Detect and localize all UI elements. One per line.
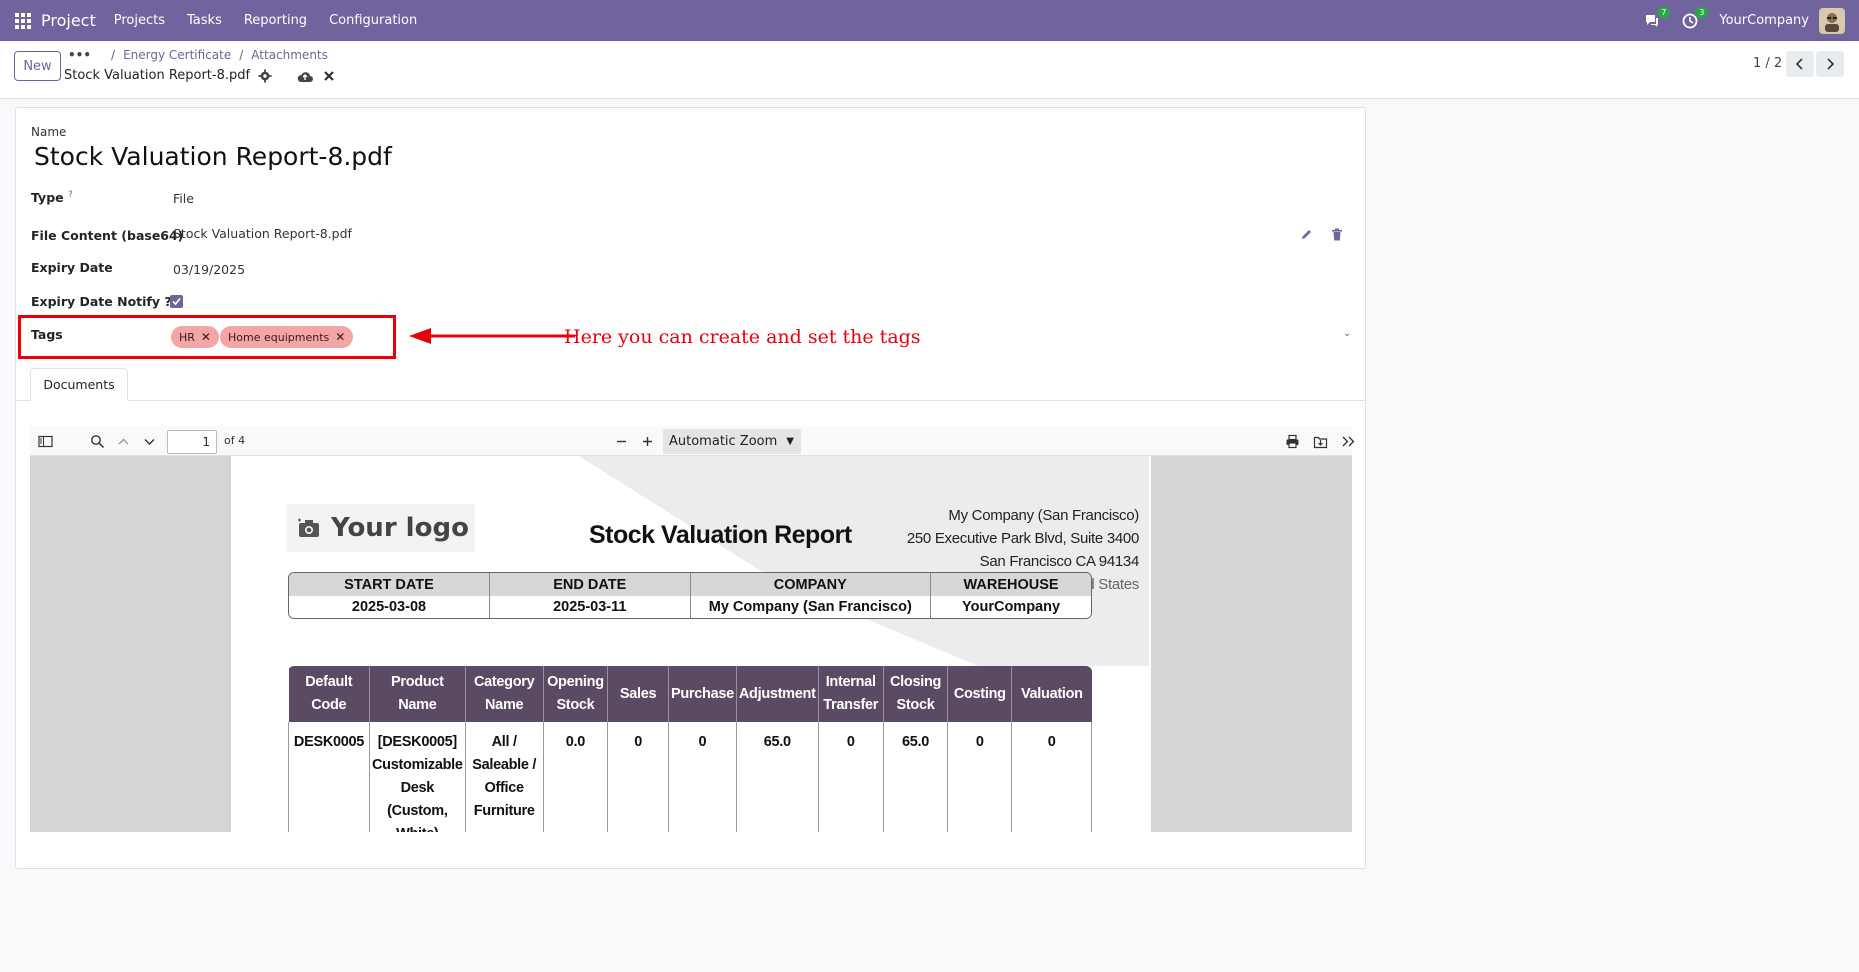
file-content-field[interactable]: Stock Valuation Report-8.pdf bbox=[173, 226, 352, 241]
tag-remove-icon[interactable]: ✕ bbox=[201, 330, 211, 344]
pencil-icon[interactable] bbox=[1300, 228, 1313, 241]
search-icon[interactable] bbox=[90, 434, 105, 449]
trash-icon[interactable] bbox=[1331, 228, 1343, 241]
systray: 7 3 YourCompany bbox=[1643, 6, 1859, 34]
tags-dropdown-caret-icon[interactable]: ⌄ bbox=[1343, 328, 1351, 339]
company-logo: Your logo bbox=[287, 504, 475, 552]
tools-menu-icon[interactable] bbox=[1341, 434, 1356, 449]
activity-clock-icon[interactable]: 3 bbox=[1681, 6, 1709, 30]
annotation-arrow-icon bbox=[409, 328, 575, 344]
top-navbar: Project Projects Tasks Reporting Configu… bbox=[0, 0, 1859, 41]
zoom-select[interactable]: Automatic Zoom ▼ bbox=[663, 429, 801, 454]
file-content-label: File Content (base64) bbox=[31, 228, 184, 243]
app-name[interactable]: Project bbox=[41, 11, 96, 30]
print-icon[interactable] bbox=[1285, 434, 1300, 449]
check-icon bbox=[172, 297, 181, 306]
pager-previous-button[interactable] bbox=[1786, 51, 1814, 77]
report-title: Stock Valuation Report bbox=[589, 521, 852, 549]
chevron-down-icon: ▼ bbox=[786, 436, 794, 447]
record-title-text: Stock Valuation Report-8.pdf bbox=[64, 68, 251, 83]
tab-documents[interactable]: Documents bbox=[30, 368, 128, 401]
messages-icon[interactable]: 7 bbox=[1643, 6, 1671, 30]
type-label: Type ? bbox=[31, 190, 73, 206]
menu-configuration[interactable]: Configuration bbox=[329, 13, 417, 28]
type-help-icon[interactable]: ? bbox=[68, 190, 73, 200]
page-number-input[interactable]: 1 bbox=[167, 430, 217, 454]
zoom-out-icon[interactable] bbox=[614, 434, 629, 449]
save-cloud-icon[interactable] bbox=[297, 70, 313, 84]
menu-projects[interactable]: Projects bbox=[114, 13, 165, 28]
sidebar-toggle-icon[interactable] bbox=[38, 434, 53, 449]
download-icon[interactable] bbox=[1313, 434, 1328, 449]
user-avatar[interactable] bbox=[1819, 7, 1845, 34]
expiry-date-field[interactable]: 03/19/2025 bbox=[173, 262, 245, 277]
table-row: DESK0005 [DESK0005] Customizable Desk (C… bbox=[288, 722, 1092, 832]
pager-value[interactable]: 1 / 2 bbox=[1753, 56, 1782, 71]
breadcrumb-attachments[interactable]: Attachments bbox=[251, 48, 328, 62]
pager-next-button[interactable] bbox=[1816, 51, 1844, 77]
expiry-notify-label: Expiry Date Notify ?? bbox=[31, 294, 179, 309]
tag-hr[interactable]: HR ✕ bbox=[171, 326, 219, 348]
type-field[interactable]: File bbox=[173, 191, 194, 206]
chevron-up-icon[interactable] bbox=[116, 434, 131, 449]
zoom-in-icon[interactable] bbox=[640, 434, 655, 449]
form-sheet: Name Stock Valuation Report-8.pdf Type ?… bbox=[15, 107, 1366, 869]
report-info-table: START DATE END DATE COMPANY WAREHOUSE 20… bbox=[288, 572, 1092, 619]
breadcrumb-more-icon[interactable]: ••• bbox=[68, 48, 91, 62]
expiry-notify-checkbox[interactable] bbox=[170, 295, 183, 308]
chevron-right-icon bbox=[1827, 58, 1835, 70]
record-title: Stock Valuation Report-8.pdf bbox=[64, 68, 272, 83]
activity-badge: 3 bbox=[1695, 6, 1709, 18]
messages-badge: 7 bbox=[1657, 6, 1671, 18]
chevron-down-icon[interactable] bbox=[142, 434, 157, 449]
breadcrumb: ••• / Energy Certificate / Attachments bbox=[68, 48, 328, 62]
menu-tasks[interactable]: Tasks bbox=[187, 13, 222, 28]
pdf-toolbar: 1 of 4 Automatic Zoom ▼ bbox=[30, 426, 1355, 456]
tag-home-equipments[interactable]: Home equipments ✕ bbox=[220, 326, 354, 348]
breadcrumb-energy-certificate[interactable]: Energy Certificate bbox=[123, 48, 231, 62]
menu-reporting[interactable]: Reporting bbox=[244, 13, 307, 28]
annotation-text: Here you can create and set the tags bbox=[564, 326, 921, 348]
tag-remove-icon[interactable]: ✕ bbox=[335, 330, 345, 344]
discard-icon[interactable] bbox=[323, 70, 335, 82]
pdf-viewer-area[interactable]: Your logo Stock Valuation Report My Comp… bbox=[30, 456, 1352, 832]
control-panel: New ••• / Energy Certificate / Attachmen… bbox=[0, 41, 1859, 99]
new-button[interactable]: New bbox=[14, 51, 61, 81]
name-label: Name bbox=[31, 125, 67, 139]
chevron-left-icon bbox=[1795, 58, 1803, 70]
page-count: of 4 bbox=[224, 434, 246, 447]
pdf-page: Your logo Stock Valuation Report My Comp… bbox=[231, 456, 1151, 832]
camera-icon bbox=[298, 518, 319, 537]
apps-menu-icon[interactable] bbox=[15, 12, 31, 29]
tags-label: Tags bbox=[31, 327, 63, 342]
gear-icon[interactable] bbox=[258, 68, 272, 83]
expiry-date-label: Expiry Date bbox=[31, 260, 113, 275]
name-field[interactable]: Stock Valuation Report-8.pdf bbox=[34, 142, 392, 171]
company-switcher[interactable]: YourCompany bbox=[1719, 13, 1809, 28]
stock-valuation-table: Default Code Product Name Category Name … bbox=[288, 666, 1092, 832]
